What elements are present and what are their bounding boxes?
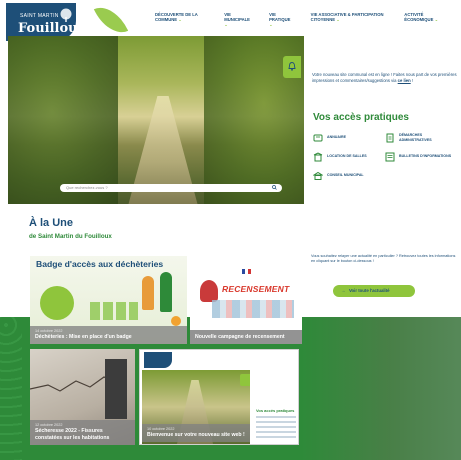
- band-building-photo: [301, 317, 461, 460]
- nav-vie-associative[interactable]: Vie associative & participation citoyenn…: [311, 12, 389, 27]
- chevron-down-icon: ⌄: [434, 17, 439, 22]
- search-icon[interactable]: [272, 185, 277, 190]
- access-conseil-label: Conseil municipal: [327, 173, 364, 178]
- see-all-news-button[interactable]: → Voir toute l'actualité: [333, 285, 415, 297]
- access-conseil[interactable]: Conseil municipal: [313, 169, 381, 182]
- site-preview-access-title: Vos accès pratiques: [256, 408, 295, 413]
- see-all-news-label: Voir toute l'actualité: [349, 288, 390, 293]
- logo-line1: SAINT MARTIN: [20, 13, 59, 19]
- access-annuaire[interactable]: Annuaire: [313, 131, 381, 144]
- person-illustration: [142, 276, 154, 310]
- bell-icon: [240, 374, 250, 386]
- nav-vie-pratique-label: Vie pratique: [269, 12, 291, 22]
- hero-image: Que recherchez-vous ?: [8, 36, 304, 204]
- person-illustration: [160, 272, 172, 312]
- arrow-right-icon: →: [341, 288, 346, 293]
- chevron-down-icon: ⌄: [336, 17, 340, 22]
- search-placeholder: Que recherchez-vous ?: [66, 185, 108, 190]
- une-title: À la Une: [29, 217, 74, 229]
- recensement-wordmark: RECENSEMENT: [222, 284, 290, 294]
- news-card-recensement[interactable]: RECENSEMENT Nouvelle campagne de recense…: [190, 256, 302, 344]
- access-location-salles-label: Location de salles: [327, 154, 367, 159]
- card-date: 14 octobre 2022: [35, 328, 63, 333]
- access-demarches[interactable]: Démarches administratives: [385, 131, 453, 144]
- site-header: SAINT MARTIN Fouilloux Découverte de la …: [0, 0, 461, 41]
- access-location-salles[interactable]: Location de salles: [313, 150, 381, 163]
- chevron-down-icon: ⌄: [269, 22, 273, 27]
- news-card-nouveau-site[interactable]: Vos accès pratiques 10 octobre 2022 Bien…: [139, 349, 299, 445]
- documents-icon: [386, 133, 394, 142]
- card-caption: 14 octobre 2022 Déchèteries : Mise en pl…: [30, 325, 187, 344]
- search-input[interactable]: Que recherchez-vous ?: [60, 184, 282, 192]
- card-date: 12 octobre 2022: [35, 423, 63, 428]
- tree-icon: [60, 8, 72, 22]
- building-icon: [313, 151, 323, 161]
- recycle-badge-illustration: [40, 286, 74, 320]
- site-preview-access-list: [256, 416, 296, 438]
- main-nav: Découverte de la commune ⌄ Vie municipal…: [155, 12, 461, 27]
- card-caption: Nouvelle campagne de recensement: [190, 329, 302, 344]
- card-caption: 12 octobre 2022 Sécheresse 2022 - Fissur…: [30, 420, 135, 445]
- access-title: Vos accès pratiques: [313, 112, 409, 123]
- hero-trees-left: [8, 36, 118, 204]
- council-icon: [313, 171, 323, 180]
- access-bulletins-label: Bulletins d'informations: [399, 154, 452, 159]
- card-title: Nouvelle campagne de recensement: [195, 333, 285, 340]
- une-side-text: Vous souhaitez relayer une actualité en …: [311, 254, 456, 263]
- access-bulletins[interactable]: Bulletins d'informations: [385, 150, 453, 163]
- site-preview-logo: [144, 352, 172, 368]
- nav-vie-associative-label: Vie associative & participation citoyenn…: [310, 12, 384, 22]
- chevron-down-icon: ⌄: [178, 17, 182, 22]
- site-launch-notice: Votre nouveau site communal est en ligne…: [312, 70, 457, 84]
- notice-end: !: [411, 78, 414, 83]
- more-button[interactable]: [171, 316, 181, 326]
- nav-vie-municipale-label: Vie municipale: [224, 12, 250, 22]
- band-pattern-decoration: [0, 317, 22, 460]
- une-side-text-block: Vous souhaitez relayer une actualité en …: [311, 254, 457, 264]
- card-date: 10 octobre 2022: [147, 426, 175, 431]
- card-caption: 10 octobre 2022 Bienvenue sur votre nouv…: [142, 423, 250, 442]
- electrical-box-illustration: [105, 359, 127, 419]
- chevron-down-icon: ⌄: [224, 22, 228, 27]
- access-annuaire-label: Annuaire: [327, 135, 346, 140]
- nav-vie-municipale[interactable]: Vie municipale ⌄: [224, 12, 253, 27]
- nav-decouverte[interactable]: Découverte de la commune ⌄: [155, 12, 208, 27]
- access-demarches-label: Démarches administratives: [399, 133, 432, 142]
- french-flag-icon: [242, 269, 251, 274]
- news-card-secheresse[interactable]: 12 octobre 2022 Sécheresse 2022 - Fissur…: [30, 349, 135, 445]
- une-subtitle: de Saint Martin du Fouilloux: [29, 233, 112, 240]
- card-title: Déchèteries : Mise en place d'un badge: [35, 333, 132, 340]
- nav-decouverte-label: Découverte de la commune: [155, 12, 198, 22]
- card-title: Bienvenue sur votre nouveau site web !: [147, 431, 245, 438]
- nav-vie-pratique[interactable]: Vie pratique ⌄: [269, 12, 295, 27]
- notice-link[interactable]: ce lien: [398, 78, 411, 83]
- bell-icon: [288, 62, 296, 71]
- logo-line2: Fouilloux: [18, 21, 86, 36]
- nav-activite-economique-label: Activité économique: [404, 12, 434, 22]
- recensement-logo: [200, 280, 218, 302]
- card1-illustration-heading: Badge d'accès aux déchèteries: [36, 259, 164, 269]
- news-card-badge-decheteries[interactable]: Badge d'accès aux déchèteries 14 octobre…: [30, 256, 187, 344]
- directory-icon: [313, 134, 323, 141]
- notification-bell-button[interactable]: [283, 56, 301, 78]
- card-title: Sécheresse 2022 - Fissures constatées su…: [35, 428, 110, 441]
- nav-activite-economique[interactable]: Activité économique ⌄: [404, 12, 445, 27]
- newsletter-icon: [385, 152, 395, 161]
- logo-leaf-decoration: [93, 0, 129, 41]
- recycle-bins-illustration: [90, 302, 138, 320]
- town-illustration: [212, 300, 294, 318]
- notice-body: Votre nouveau site communal est en ligne…: [312, 72, 457, 83]
- notice-text: Votre nouveau site communal est en ligne…: [312, 72, 457, 84]
- access-grid: Annuaire Démarches administratives Locat…: [313, 131, 453, 182]
